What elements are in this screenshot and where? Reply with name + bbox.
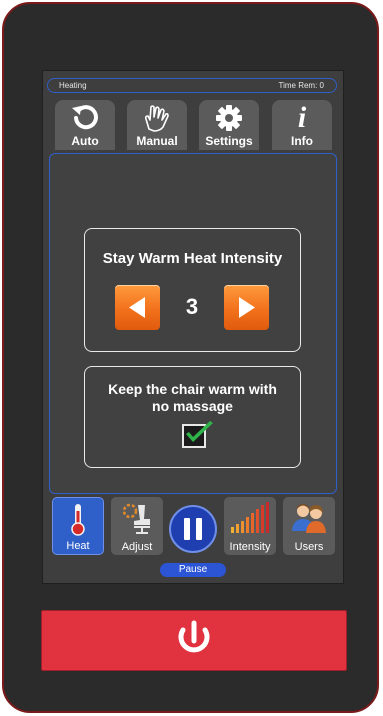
pause-label: Pause [160,563,226,577]
refresh-icon [55,103,115,133]
keep-warm-card: Keep the chair warm with no massage [84,366,301,468]
right-arrow-icon [239,297,255,318]
keep-warm-line2: no massage [152,398,233,414]
status-text: Heating [59,81,87,90]
thermometer-icon [53,502,103,536]
tab-label: Auto [71,134,99,148]
bottom-tab-label: Adjust [121,541,153,553]
gear-icon [199,103,259,133]
keep-warm-text: Keep the chair warm with no massage [85,381,300,415]
bottom-tab-label: Heat [66,540,90,552]
status-bar: Heating Time Rem: 0 [47,78,337,93]
bottom-tab-label: Users [294,541,324,553]
decrease-button[interactable] [115,285,160,330]
tab-label: Settings [205,134,253,148]
chair-icon [111,501,163,535]
tab-label: Manual [136,134,178,148]
intensity-title: Stay Warm Heat Intensity [102,250,283,267]
time-remaining: Time Rem: 0 [278,81,325,90]
increase-button[interactable] [224,285,269,330]
pause-icon [184,518,202,540]
tab-adjust[interactable]: Adjust [111,497,163,555]
tab-auto[interactable]: Auto [55,100,115,150]
bottom-tab-label: Intensity [229,541,271,553]
keep-warm-line1: Keep the chair warm with [108,381,277,397]
checkmark-icon [186,421,213,442]
keep-warm-checkbox[interactable] [182,421,213,448]
tab-settings[interactable]: Settings [199,100,259,150]
tab-label: Info [291,134,313,148]
tab-info[interactable]: i Info [272,100,332,150]
power-icon [178,620,210,653]
tab-intensity[interactable]: Intensity [224,497,276,555]
bars-icon [224,501,276,535]
tab-heat[interactable]: Heat [52,497,104,555]
tab-manual[interactable]: Manual [127,100,187,150]
hand-icon [127,103,187,133]
intensity-value: 3 [185,294,199,319]
left-arrow-icon [129,297,145,318]
power-button[interactable] [41,610,347,671]
users-icon [283,501,335,535]
tab-users[interactable]: Users [283,497,335,555]
pause-button[interactable] [169,505,217,553]
info-icon: i [297,101,307,134]
